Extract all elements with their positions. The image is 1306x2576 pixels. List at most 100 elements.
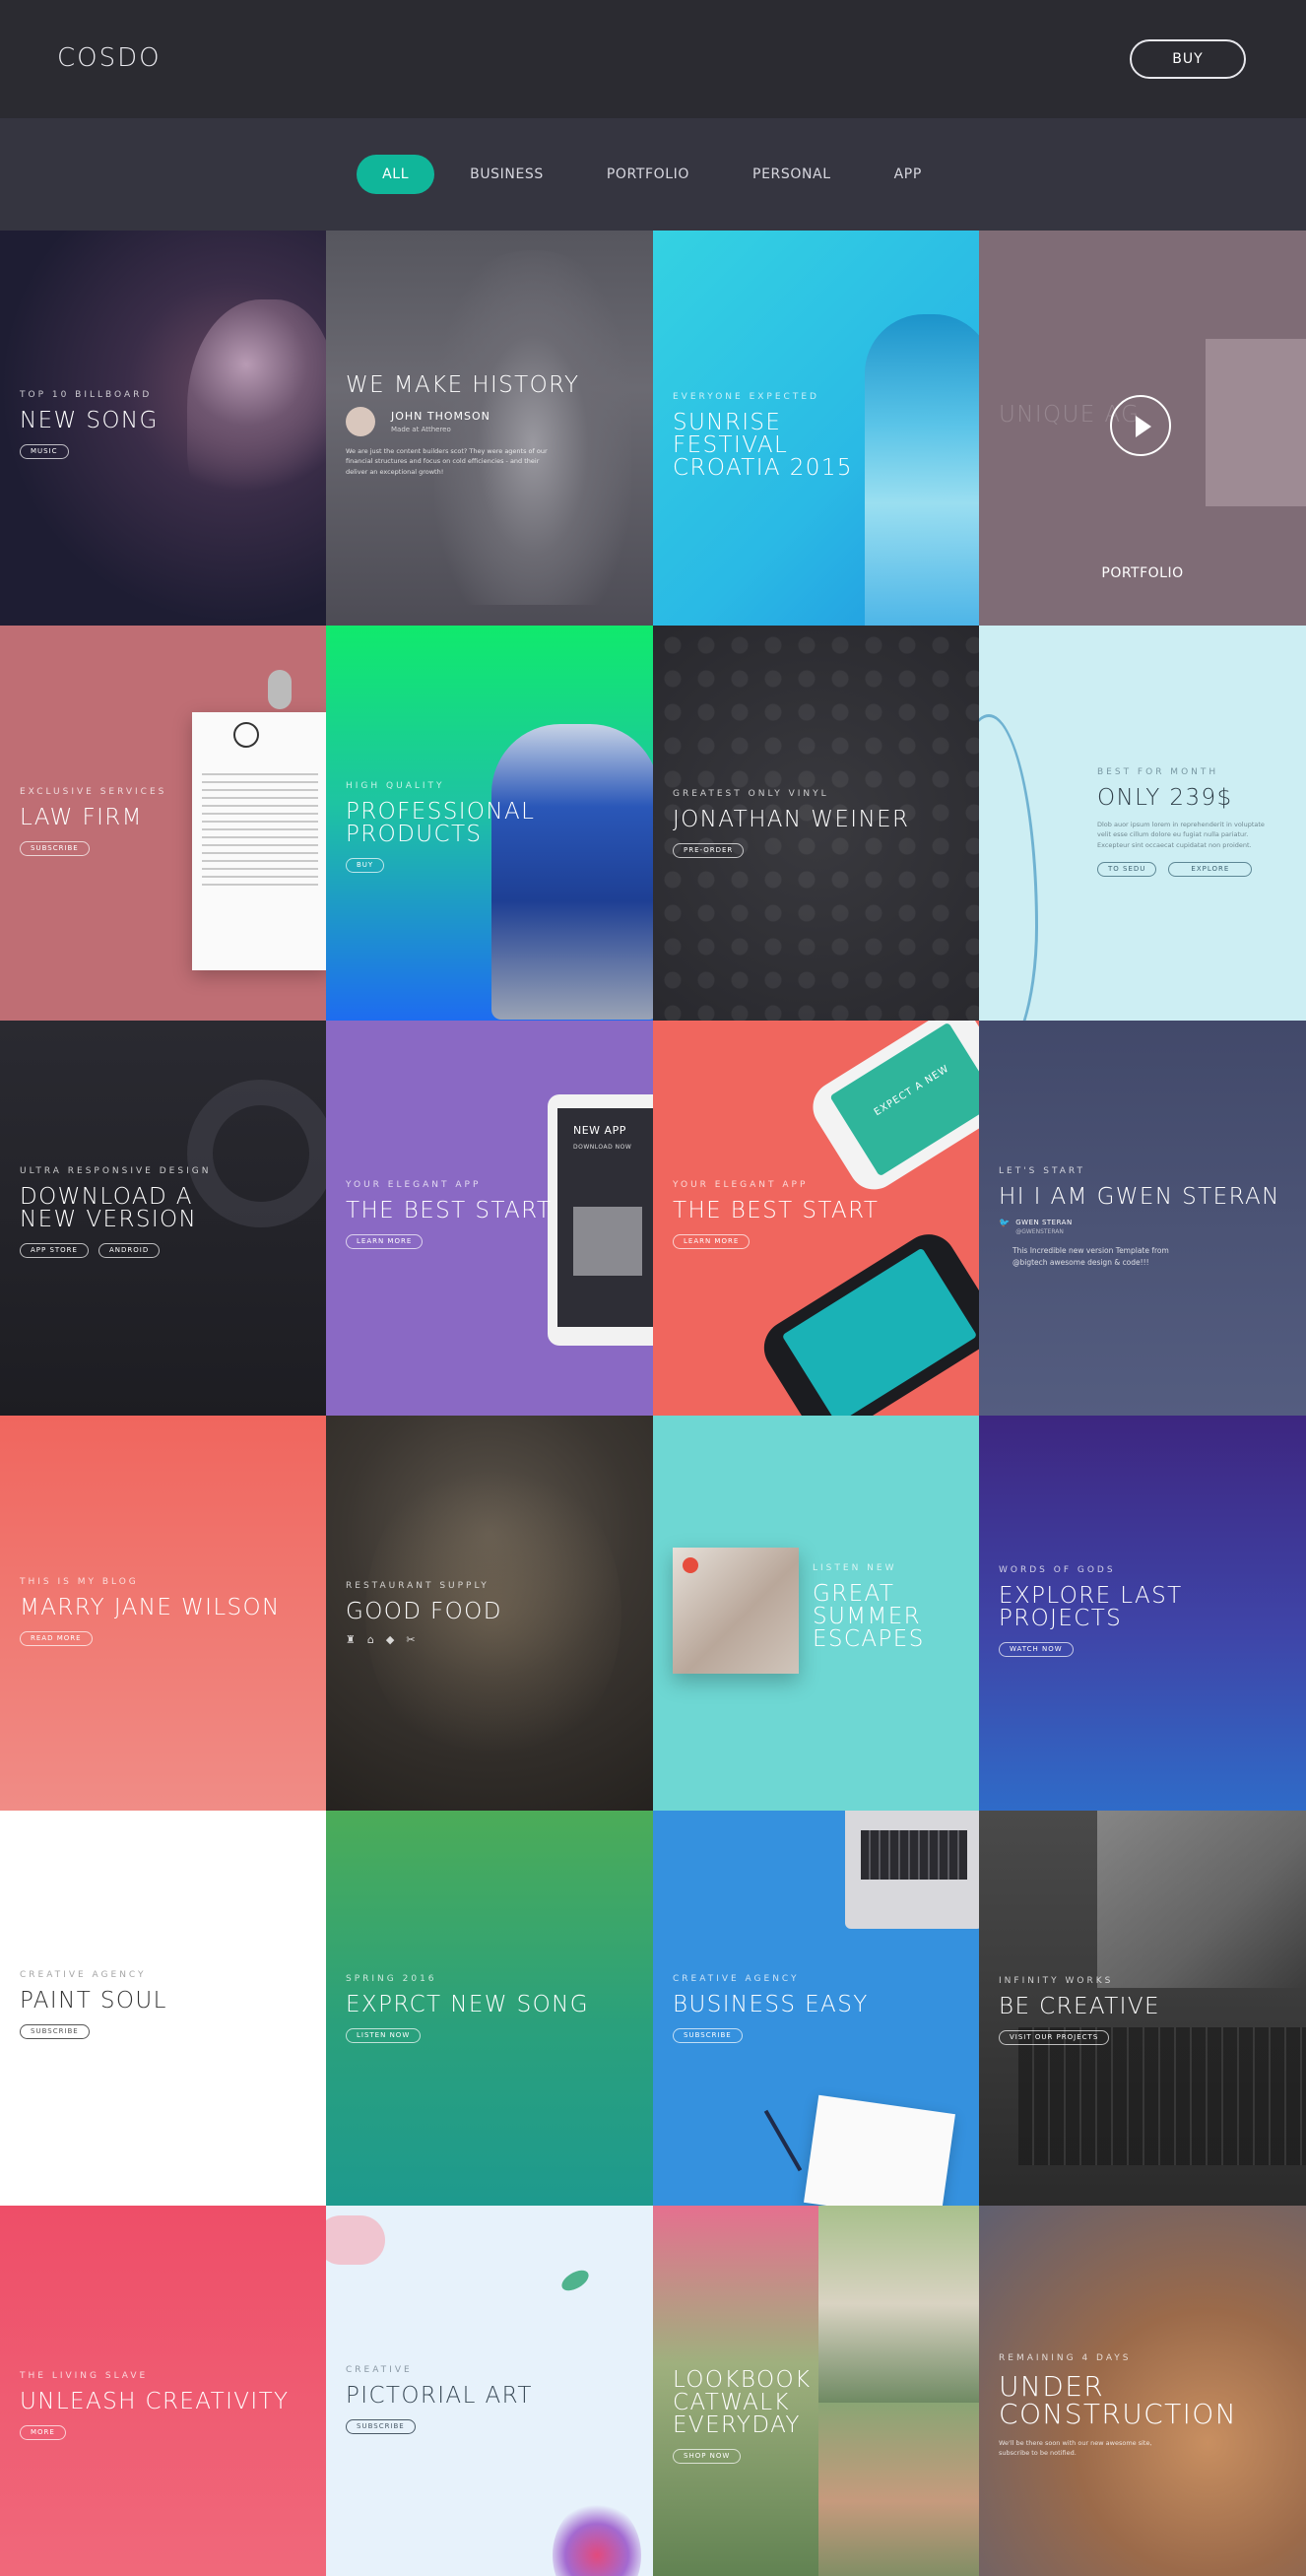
tile-law-firm[interactable]: EXCLUSIVE SERVICES LAW FIRM SUBSCRIBE [0, 626, 326, 1021]
tile-kicker: THE LIVING SLAVE [20, 2371, 149, 2381]
tile-title: THE BEST START [673, 1198, 880, 1223]
learn-more-button[interactable]: LEARN MORE [346, 1234, 424, 1249]
tile-paint-soul[interactable]: CREATIVE AGENCY PAINT SOUL SUBSCRIBE [0, 1811, 326, 2206]
top-navigation-bar: COSDO BUY [0, 0, 1306, 118]
subscribe-button[interactable]: SUBSCRIBE [346, 2419, 416, 2434]
subscribe-button[interactable]: SUBSCRIBE [20, 841, 90, 856]
tile-kicker: RESTAURANT SUPPLY [346, 1581, 490, 1591]
tile-kicker: LISTEN NEW [813, 1563, 897, 1573]
tile-be-creative[interactable]: INFINITY WORKS BE CREATIVE VISIT OUR PRO… [979, 1811, 1306, 2206]
tile-kicker: REMAINING 4 DAYS [999, 2353, 1132, 2363]
tile-explore-last-projects[interactable]: WORDS OF GODS EXPLORE LAST PROJECTS WATC… [979, 1416, 1306, 1811]
tile-title: BE CREATIVE [999, 1994, 1160, 2019]
read-more-button[interactable]: READ MORE [20, 1631, 93, 1646]
keyboard-photo [1018, 2027, 1306, 2165]
shop-now-button[interactable]: SHOP NOW [673, 2449, 742, 2464]
filter-personal[interactable]: PERSONAL [725, 155, 859, 194]
tile-kicker: EVERYONE EXPECTED [673, 392, 819, 402]
tile-exprct-new-song[interactable]: SPRING 2016 EXPRCT NEW SONG LISTEN NOW [326, 1811, 653, 2206]
tile-title: JONATHAN WEINER [673, 807, 910, 832]
tile-title: WE MAKE HISTORY [346, 372, 580, 398]
tile-jonathan-weiner[interactable]: GREATEST ONLY VINYL JONATHAN WEINER PRE-… [653, 626, 979, 1021]
template-grid: TOP 10 BILLBOARD NEW SONG MUSIC WE MAKE … [0, 231, 1306, 2576]
tile-kicker: YOUR ELEGANT APP [673, 1180, 809, 1190]
tile-title: PROFESSIONAL PRODUCTS [346, 799, 536, 847]
tile-kicker: INFINITY WORKS [999, 1976, 1114, 1986]
tile-great-summer-escapes[interactable]: LISTEN NEW GREAT SUMMER ESCAPES [653, 1416, 979, 1811]
phone-screen-text: EXPECT A NEW [872, 1063, 951, 1119]
tile-kicker: THIS IS MY BLOG [20, 1577, 139, 1587]
tile-gwen-steran[interactable]: LET'S START HI I AM GWEN STERAN 🐦 GWEN S… [979, 1021, 1306, 1416]
tile-title: GREAT SUMMER ESCAPES [813, 1581, 925, 1652]
pre-order-button[interactable]: PRE-ORDER [673, 843, 745, 858]
paper-sheet [804, 2094, 955, 2206]
tile-title: PICTORIAL ART [346, 2383, 533, 2409]
tile-only-239[interactable]: BEST FOR MONTH ONLY 239$ Dlob auor ipsum… [979, 626, 1306, 1021]
explore-button[interactable]: EXPLORE [1168, 862, 1253, 878]
pen-icon [763, 2109, 803, 2172]
tile-professional-products[interactable]: HIGH QUALITY PROFESSIONAL PRODUCTS BUY [326, 626, 653, 1021]
app-store-button[interactable]: APP STORE [20, 1243, 89, 1258]
music-button[interactable]: MUSIC [20, 444, 69, 459]
tools-icon: ✂ [406, 1633, 416, 1646]
filter-all[interactable]: ALL [357, 155, 435, 194]
avatar [346, 407, 375, 436]
filter-portfolio[interactable]: PORTFOLIO [579, 155, 717, 194]
tile-title: PAINT SOUL [20, 1988, 167, 2014]
filter-business[interactable]: BUSINESS [442, 155, 571, 194]
tile-portfolio[interactable]: UNIQUE AG PORTFOLIO [979, 231, 1306, 626]
tile-lookbook[interactable]: LOOKBOOK CATWALK EVERYDAY SHOP NOW [653, 2206, 979, 2576]
author-name: JOHN THOMSON [391, 410, 490, 423]
tile-kicker: CREATIVE [346, 2365, 413, 2375]
listen-now-button[interactable]: LISTEN NOW [346, 2028, 422, 2043]
secondary-button[interactable]: TO SEDU [1097, 862, 1157, 878]
tile-unleash-creativity[interactable]: THE LIVING SLAVE UNLEASH CREATIVITY MORE [0, 2206, 326, 2576]
tile-title: EXPRCT NEW SONG [346, 1992, 589, 2017]
surfboard-shape [979, 714, 1038, 1021]
subscribe-button[interactable]: SUBSCRIBE [673, 2028, 743, 2043]
phone-mockup-top: EXPECT A NEW [803, 1021, 979, 1200]
tile-download-new-version[interactable]: ULTRA RESPONSIVE DESIGN DOWNLOAD A NEW V… [0, 1021, 326, 1416]
hummingbird-icon [558, 2266, 592, 2295]
screen-title: NEW APP [573, 1124, 626, 1137]
tile-sunrise-festival[interactable]: EVERYONE EXPECTED SUNRISE FESTIVAL CROAT… [653, 231, 979, 626]
tile-pictorial-art[interactable]: CREATIVE PICTORIAL ART SUBSCRIBE [326, 2206, 653, 2576]
filter-app[interactable]: APP [867, 155, 949, 194]
tile-best-start-coral[interactable]: EXPECT A NEW YOUR ELEGANT APP THE BEST S… [653, 1021, 979, 1416]
tile-kicker: GREATEST ONLY VINYL [673, 789, 829, 799]
tile-title: LOOKBOOK CATWALK EVERYDAY [673, 2367, 812, 2438]
tile-new-song[interactable]: TOP 10 BILLBOARD NEW SONG MUSIC [0, 231, 326, 626]
tile-kicker: EXCLUSIVE SERVICES [20, 787, 167, 797]
buy-button[interactable]: BUY [1130, 39, 1246, 79]
play-icon[interactable] [683, 1557, 698, 1573]
tile-we-make-history[interactable]: WE MAKE HISTORY JOHN THOMSON Made at Att… [326, 231, 653, 626]
tile-title: LAW FIRM [20, 805, 143, 830]
tile-business-easy[interactable]: CREATIVE AGENCY BUSINESS EASY SUBSCRIBE [653, 1811, 979, 2206]
tile-title: EXPLORE LAST PROJECTS [999, 1583, 1183, 1631]
cart-icon: ⌂ [366, 1633, 374, 1646]
tile-good-food[interactable]: RESTAURANT SUPPLY GOOD FOOD ♜ ⌂ ◆ ✂ [326, 1416, 653, 1811]
tile-title: SUNRISE FESTIVAL CROATIA 2015 [673, 410, 853, 481]
tweet-text: This Incredible new version Template fro… [1012, 1246, 1169, 1267]
portfolio-filter-bar: ALL BUSINESS PORTFOLIO PERSONAL APP [0, 118, 1306, 231]
brand-logo[interactable]: COSDO [57, 43, 162, 73]
tile-best-start-purple[interactable]: NEW APP DOWNLOAD NOW YOUR ELEGANT APP TH… [326, 1021, 653, 1416]
tile-kicker: LET'S START [999, 1166, 1086, 1176]
subscribe-button[interactable]: SUBSCRIBE [20, 2024, 90, 2039]
tile-title: UNLEASH CREATIVITY [20, 2389, 290, 2414]
desk-photo [1097, 1811, 1306, 1988]
tile-title: HI I AM GWEN STERAN [999, 1184, 1280, 1210]
android-button[interactable]: ANDROID [98, 1243, 161, 1258]
more-button[interactable]: MORE [20, 2425, 66, 2440]
tile-marry-jane-wilson[interactable]: THIS IS MY BLOG MARRY JANE WILSON READ M… [0, 1416, 326, 1811]
tile-kicker: WORDS OF GODS [999, 1565, 1116, 1575]
tile-text: We'll be there soon with our new awesome… [999, 2439, 1152, 2458]
tile-under-construction[interactable]: REMAINING 4 DAYS UNDER CONSTRUCTION We'l… [979, 2206, 1306, 2576]
buy-tile-button[interactable]: BUY [346, 858, 385, 873]
learn-more-button[interactable]: LEARN MORE [673, 1234, 751, 1249]
visit-projects-button[interactable]: VISIT OUR PROJECTS [999, 2030, 1110, 2045]
tile-text: Dlob auor ipsum lorem in reprehenderit i… [1097, 821, 1265, 849]
tile-kicker: CREATIVE AGENCY [20, 1970, 147, 1980]
play-icon[interactable] [1110, 395, 1171, 456]
watch-now-button[interactable]: WATCH NOW [999, 1642, 1074, 1657]
